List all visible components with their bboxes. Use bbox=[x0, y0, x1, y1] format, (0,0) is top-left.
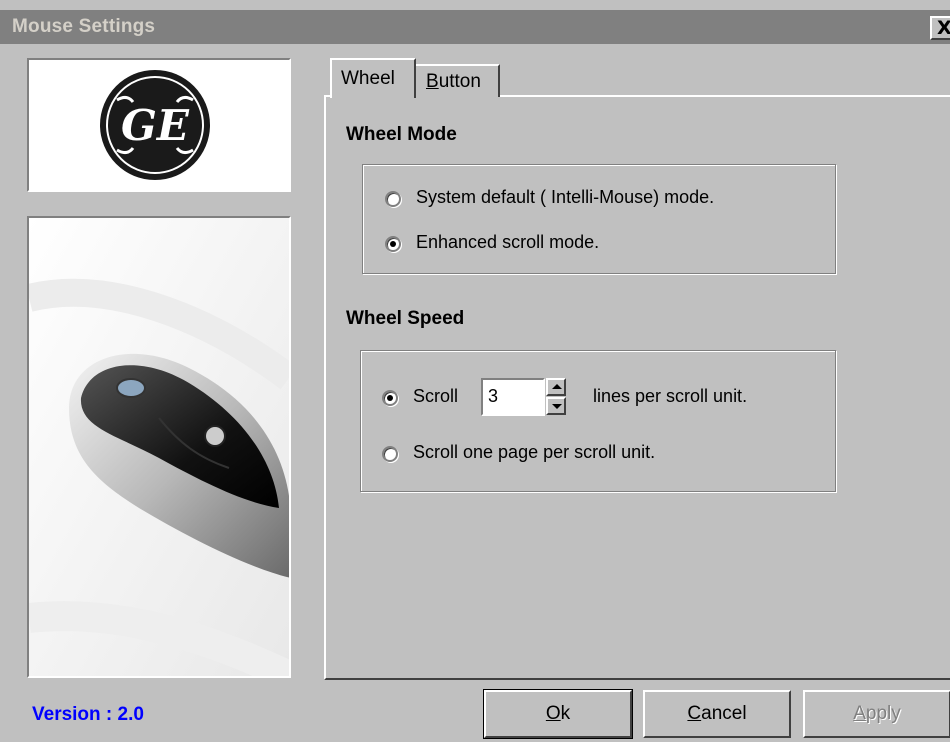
version-label: Version : 2.0 bbox=[32, 704, 144, 725]
spin-up-button[interactable] bbox=[546, 378, 566, 396]
radio-scroll-lines[interactable] bbox=[382, 390, 398, 406]
cancel-button[interactable]: Cancel bbox=[643, 690, 791, 738]
lines-suffix-label: lines per scroll unit. bbox=[593, 386, 748, 406]
mouse-image bbox=[29, 218, 289, 676]
close-icon: X bbox=[937, 17, 950, 39]
tab-wheel[interactable]: Wheel bbox=[330, 58, 416, 98]
radio-enhanced-scroll[interactable] bbox=[385, 236, 401, 252]
radio-scroll-page-label: Scroll one page per scroll unit. bbox=[413, 442, 656, 462]
tab-button-label: Button bbox=[426, 71, 481, 92]
wheel-mode-title: Wheel Mode bbox=[346, 124, 457, 145]
radio-enhanced-scroll-label: Enhanced scroll mode. bbox=[416, 232, 600, 252]
ge-logo: GE bbox=[100, 70, 210, 180]
up-arrow-icon bbox=[552, 384, 562, 389]
spin-down-button[interactable] bbox=[546, 397, 566, 415]
logo-text: GE bbox=[121, 101, 190, 150]
wheel-mode-group bbox=[362, 164, 836, 274]
title-bar: Mouse Settings X bbox=[0, 10, 950, 44]
tab-wheel-label: Wheel bbox=[341, 68, 395, 89]
ok-button[interactable]: Ok bbox=[483, 689, 633, 739]
wheel-speed-group bbox=[360, 350, 836, 492]
window-title: Mouse Settings bbox=[12, 16, 156, 37]
down-arrow-icon bbox=[552, 404, 562, 409]
lines-input[interactable]: 3 bbox=[481, 378, 545, 416]
lines-input-value: 3 bbox=[488, 386, 499, 406]
radio-scroll-lines-label: Scroll bbox=[413, 386, 459, 406]
close-button[interactable]: X bbox=[930, 16, 950, 40]
logo-panel: GE bbox=[27, 58, 291, 192]
tab-button[interactable]: Button bbox=[416, 64, 500, 97]
apply-button[interactable]: Apply bbox=[803, 690, 950, 738]
wheel-speed-title: Wheel Speed bbox=[346, 308, 465, 329]
radio-system-default-label: System default ( Intelli-Mouse) mode. bbox=[416, 187, 715, 207]
radio-system-default[interactable] bbox=[385, 191, 401, 207]
radio-scroll-page[interactable] bbox=[382, 446, 398, 462]
mouse-image-panel bbox=[27, 216, 291, 678]
